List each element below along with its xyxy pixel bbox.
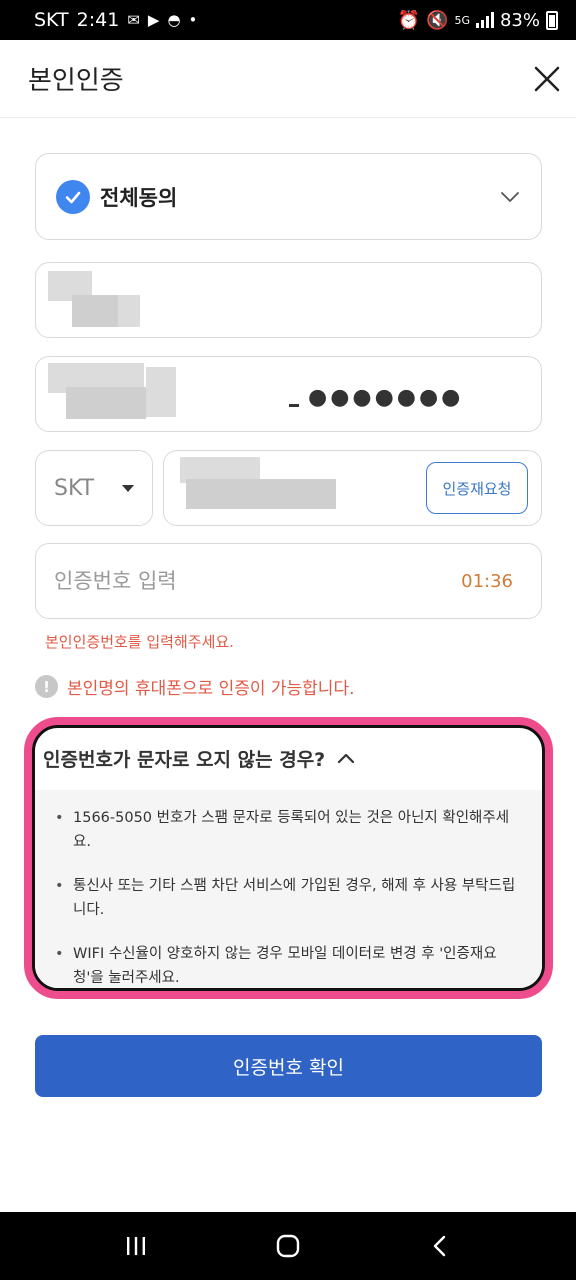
countdown-timer: 01:36 xyxy=(461,570,513,592)
notice-text: 본인명의 휴대폰으로 인증이 가능합니다. xyxy=(67,679,355,699)
name-field[interactable] xyxy=(35,262,542,338)
battery-percent: 83% xyxy=(499,9,540,31)
confirm-code-button[interactable]: 인증번호 확인 xyxy=(35,1035,542,1097)
chevron-up-icon xyxy=(338,753,355,764)
birth-dash xyxy=(289,404,299,407)
status-time: 2:41 xyxy=(76,9,120,31)
code-error-text: 본인인증번호를 입력해주세요. xyxy=(45,633,234,651)
code-field[interactable]: 01:36 xyxy=(35,543,542,619)
info-icon: ! xyxy=(35,675,58,698)
help-title: 인증번호가 문자로 오지 않는 경우? xyxy=(43,748,326,771)
help-panel-highlight: 인증번호가 문자로 오지 않는 경우? 1566-5050 번호가 스팸 문자로… xyxy=(24,717,553,999)
header: 본인인증 xyxy=(0,40,576,118)
home-icon[interactable] xyxy=(270,1228,306,1264)
navigation-bar xyxy=(0,1212,576,1280)
help-item: 1566-5050 번호가 스팸 문자로 등록되어 있는 것은 아닌지 확인해주… xyxy=(55,806,524,854)
page-title: 본인인증 xyxy=(28,66,124,96)
agree-all-label: 전체동의 xyxy=(100,185,178,210)
masked-id-suffix: ●●●●●●● xyxy=(308,385,464,410)
chevron-down-icon[interactable] xyxy=(499,186,521,208)
network-type: 5G xyxy=(454,13,470,27)
battery-icon xyxy=(546,10,558,30)
youtube-icon: ▶ xyxy=(147,11,160,29)
incognito-icon: ◓ xyxy=(167,11,181,29)
alarm-icon: ⏰ xyxy=(397,9,421,31)
help-item: 통신사 또는 기타 스팸 차단 서비스에 가입된 경우, 해제 후 사용 부탁드… xyxy=(55,874,524,922)
signal-icon xyxy=(475,12,494,28)
code-input[interactable] xyxy=(54,569,414,593)
resend-code-button[interactable]: 인증재요청 xyxy=(426,462,528,514)
birthdate-field[interactable]: ●●●●●●● xyxy=(35,356,542,432)
agree-all-toggle[interactable]: 전체동의 xyxy=(35,153,542,240)
help-toggle[interactable]: 인증번호가 문자로 오지 않는 경우? xyxy=(35,728,542,788)
help-panel: 인증번호가 문자로 오지 않는 경우? 1566-5050 번호가 스팸 문자로… xyxy=(32,725,545,991)
caret-down-icon xyxy=(122,484,134,492)
status-carrier: SKT xyxy=(34,9,69,31)
notice: ! 본인명의 휴대폰으로 인증이 가능합니다. xyxy=(35,674,355,699)
carrier-select[interactable]: SKT xyxy=(35,450,153,526)
message-icon: ✉ xyxy=(127,11,140,29)
back-icon[interactable] xyxy=(422,1228,458,1264)
close-icon[interactable] xyxy=(532,64,562,94)
help-body: 1566-5050 번호가 스팸 문자로 등록되어 있는 것은 아닌지 확인해주… xyxy=(35,790,542,988)
help-item: WIFI 수신율이 양호하지 않는 경우 모바일 데이터로 변경 후 '인증재요… xyxy=(55,942,524,988)
dot-icon: • xyxy=(188,11,198,29)
recent-apps-icon[interactable] xyxy=(118,1228,154,1264)
status-bar: SKT 2:41 ✉ ▶ ◓ • ⏰ 🔇 5G 83% xyxy=(0,0,576,40)
check-icon xyxy=(56,179,90,214)
mute-icon: 🔇 xyxy=(426,9,449,31)
phone-field[interactable]: 인증재요청 xyxy=(163,450,542,526)
carrier-value: SKT xyxy=(54,475,95,501)
